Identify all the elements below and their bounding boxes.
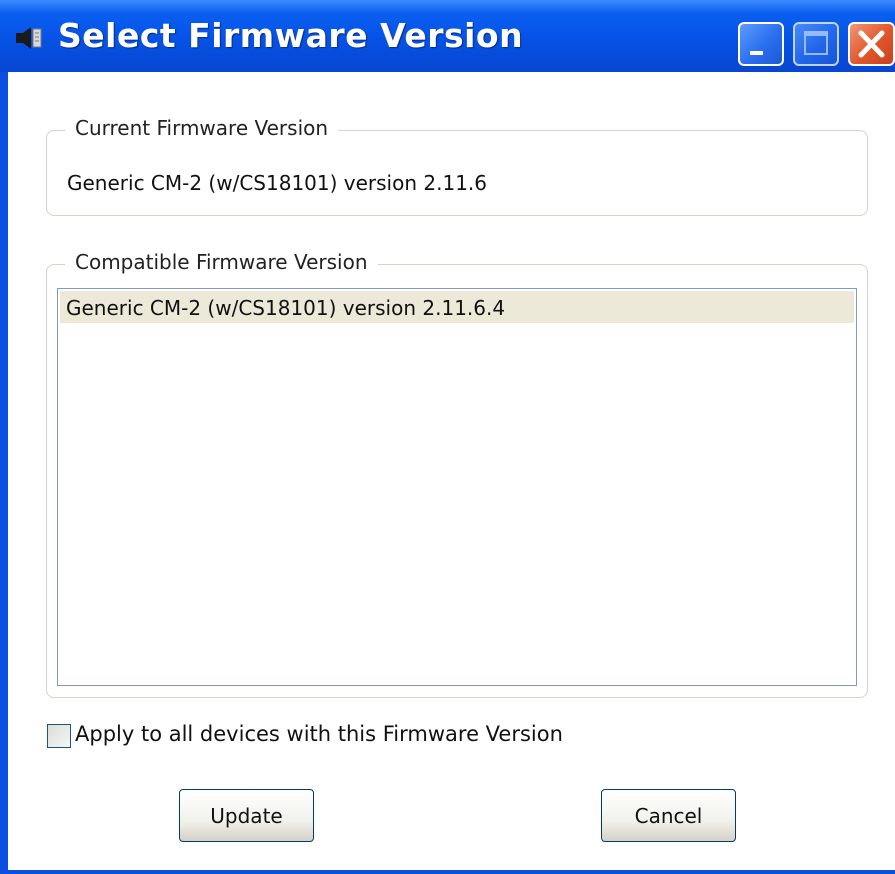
apply-all-checkbox[interactable] — [47, 724, 71, 748]
title-bar[interactable]: Select Firmware Version — [0, 0, 895, 72]
dialog-window: Select Firmware Version Current Firmware… — [0, 0, 895, 874]
cancel-button[interactable]: Cancel — [601, 789, 736, 842]
list-item-label: Generic CM-2 (w/CS18101) version 2.11.6.… — [66, 296, 506, 320]
apply-all-label[interactable]: Apply to all devices with this Firmware … — [75, 722, 563, 746]
list-item[interactable]: Generic CM-2 (w/CS18101) version 2.11.6.… — [60, 291, 854, 323]
minimize-button[interactable] — [738, 22, 784, 66]
current-firmware-value: Generic CM-2 (w/CS18101) version 2.11.6 — [67, 171, 487, 195]
speaker-icon — [14, 24, 44, 52]
close-button[interactable] — [848, 22, 895, 66]
compatible-firmware-list[interactable]: Generic CM-2 (w/CS18101) version 2.11.6.… — [57, 288, 857, 686]
compatible-firmware-legend: Compatible Firmware Version — [65, 250, 378, 274]
update-button[interactable]: Update — [179, 789, 314, 842]
maximize-button[interactable] — [793, 22, 839, 66]
window-title: Select Firmware Version — [58, 16, 524, 55]
current-firmware-legend: Current Firmware Version — [65, 116, 339, 140]
